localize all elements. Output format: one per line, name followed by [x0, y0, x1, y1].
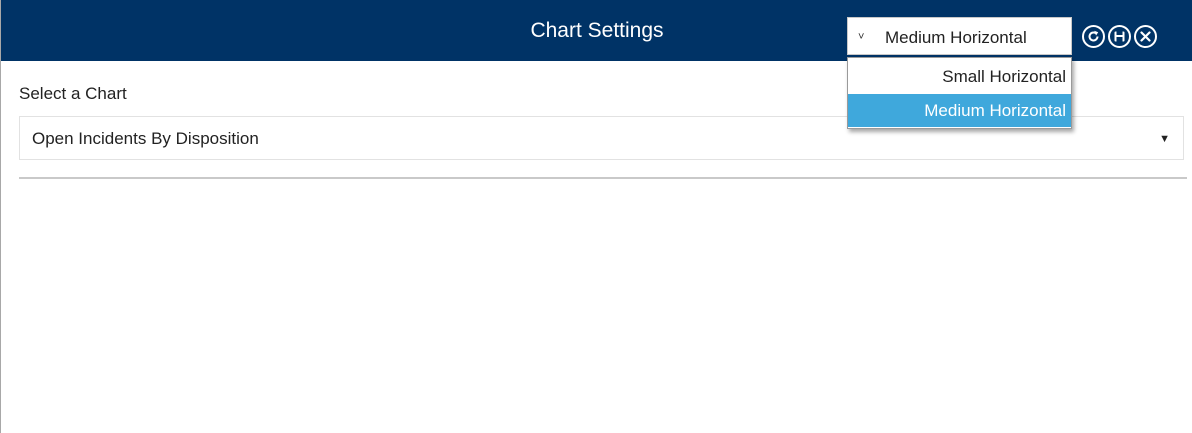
refresh-button[interactable]	[1082, 25, 1105, 48]
chart-size-dropdown-list: Small Horizontal Medium Horizontal	[847, 57, 1072, 129]
chart-size-selected-value: Medium Horizontal	[885, 28, 1027, 47]
chart-select-value: Open Incidents By Disposition	[32, 129, 259, 148]
chart-settings-window: Chart Settings ˅ Medium Horizontal Selec…	[0, 0, 1192, 433]
select-chart-label: Select a Chart	[19, 84, 127, 103]
close-button[interactable]	[1134, 25, 1157, 48]
save-button[interactable]	[1108, 25, 1131, 48]
close-icon	[1140, 31, 1151, 42]
dropdown-option-medium-horizontal[interactable]: Medium Horizontal	[848, 94, 1071, 127]
save-icon	[1114, 31, 1125, 42]
chevron-down-icon: ˅	[858, 31, 865, 43]
refresh-icon	[1088, 30, 1099, 42]
chart-size-dropdown[interactable]: ˅ Medium Horizontal	[847, 17, 1072, 55]
caret-down-icon: ▼	[1159, 133, 1170, 145]
divider	[19, 177, 1187, 179]
title-bar: Chart Settings ˅ Medium Horizontal	[1, 0, 1192, 61]
dropdown-option-small-horizontal[interactable]: Small Horizontal	[848, 60, 1071, 93]
